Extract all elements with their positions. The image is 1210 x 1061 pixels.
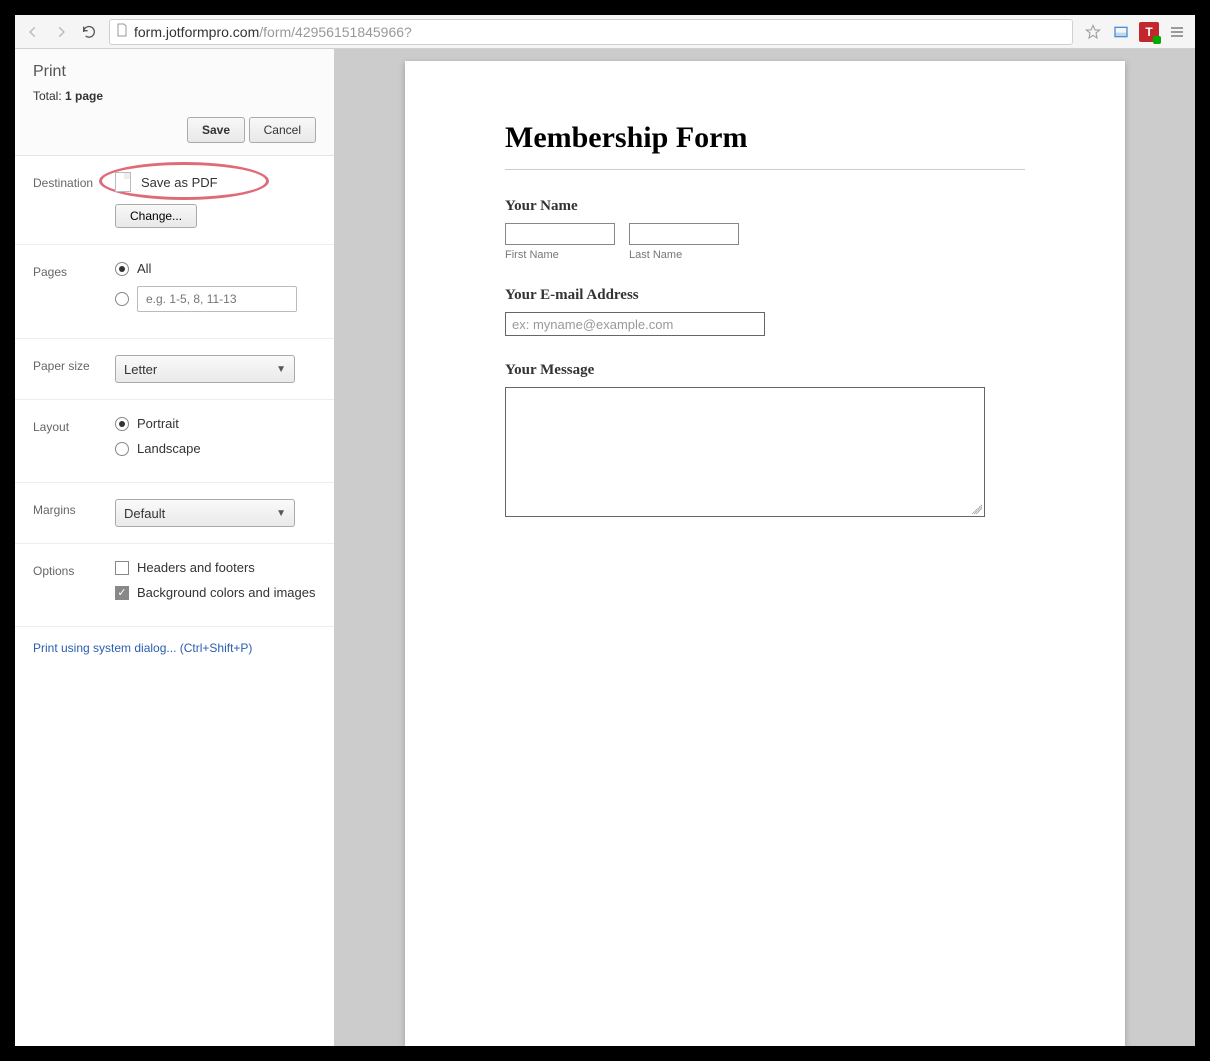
layout-portrait-label: Portrait xyxy=(137,416,179,431)
email-placeholder: ex: myname@example.com xyxy=(512,317,673,332)
message-label: Your Message xyxy=(505,362,1025,379)
email-input[interactable]: ex: myname@example.com xyxy=(505,312,765,336)
nav-forward-icon[interactable] xyxy=(49,20,73,44)
first-name-input[interactable] xyxy=(505,223,615,245)
destination-label: Destination xyxy=(33,172,103,228)
options-label: Options xyxy=(33,560,103,610)
chevron-down-icon: ▼ xyxy=(276,508,286,519)
chevron-down-icon: ▼ xyxy=(276,364,286,375)
margins-label: Margins xyxy=(33,499,103,527)
layout-label: Layout xyxy=(33,416,103,466)
message-textarea[interactable] xyxy=(505,387,985,517)
print-sidebar: Print Total: 1 page Save Cancel Destinat… xyxy=(15,49,335,1046)
browser-toolbar: form.jotformpro.com/form/42956151845966?… xyxy=(15,15,1195,49)
background-checkbox[interactable]: ✓ xyxy=(115,586,129,600)
print-total: Total: 1 page xyxy=(33,89,316,103)
url-path: /form/42956151845966? xyxy=(259,24,412,40)
star-icon[interactable] xyxy=(1081,20,1105,44)
change-destination-button[interactable]: Change... xyxy=(115,204,197,228)
margins-value: Default xyxy=(124,506,165,521)
first-name-sublabel: First Name xyxy=(505,249,615,261)
layout-landscape-radio[interactable] xyxy=(115,442,129,456)
total-value: 1 page xyxy=(65,89,103,103)
form-title: Membership Form xyxy=(505,121,1025,155)
your-name-label: Your Name xyxy=(505,198,1025,215)
layout-landscape-label: Landscape xyxy=(137,441,201,456)
print-preview: Membership Form Your Name First Name Las… xyxy=(335,49,1195,1046)
background-label: Background colors and images xyxy=(137,585,316,600)
system-dialog-link[interactable]: Print using system dialog... (Ctrl+Shift… xyxy=(33,641,252,655)
extension-icon[interactable]: T xyxy=(1137,20,1161,44)
email-label: Your E-mail Address xyxy=(505,287,1025,304)
pages-range-input[interactable] xyxy=(137,286,297,312)
page-icon xyxy=(116,23,128,40)
pdf-icon xyxy=(115,172,131,192)
url-host: form.jotformpro.com xyxy=(134,24,259,40)
pages-range-radio[interactable] xyxy=(115,292,129,306)
total-prefix: Total: xyxy=(33,89,65,103)
margins-select[interactable]: Default ▼ xyxy=(115,499,295,527)
paper-size-select[interactable]: Letter ▼ xyxy=(115,355,295,383)
last-name-input[interactable] xyxy=(629,223,739,245)
paper-label: Paper size xyxy=(33,355,103,383)
layout-portrait-radio[interactable] xyxy=(115,417,129,431)
divider xyxy=(505,169,1025,170)
panel-icon[interactable] xyxy=(1109,20,1133,44)
reload-icon[interactable] xyxy=(77,20,101,44)
paper-size-value: Letter xyxy=(124,362,157,377)
nav-back-icon[interactable] xyxy=(21,20,45,44)
headers-checkbox[interactable] xyxy=(115,561,129,575)
pages-label: Pages xyxy=(33,261,103,322)
destination-value: Save as PDF xyxy=(141,175,218,190)
pages-all-radio[interactable] xyxy=(115,262,129,276)
pages-all-label: All xyxy=(137,261,151,276)
preview-page: Membership Form Your Name First Name Las… xyxy=(405,61,1125,1046)
menu-icon[interactable] xyxy=(1165,20,1189,44)
headers-label: Headers and footers xyxy=(137,560,255,575)
url-bar[interactable]: form.jotformpro.com/form/42956151845966? xyxy=(109,19,1073,45)
save-button[interactable]: Save xyxy=(187,117,245,143)
cancel-button[interactable]: Cancel xyxy=(249,117,316,143)
last-name-sublabel: Last Name xyxy=(629,249,739,261)
print-title: Print xyxy=(33,63,316,81)
